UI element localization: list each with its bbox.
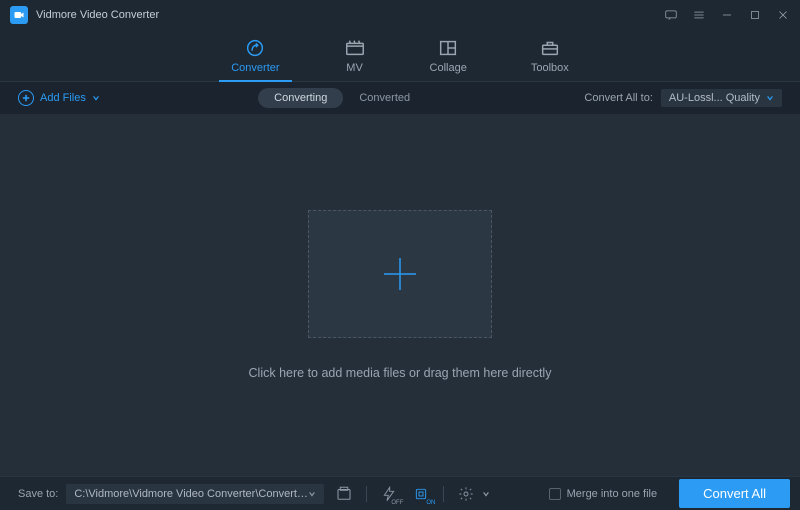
chevron-down-icon: [766, 94, 774, 102]
gpu-toggle[interactable]: ON: [409, 483, 433, 505]
plus-circle-icon: [18, 90, 34, 106]
separator: [443, 486, 444, 502]
tab-mv-label: MV: [346, 62, 363, 74]
tab-converter[interactable]: Converter: [227, 30, 283, 81]
tab-mv[interactable]: MV: [340, 30, 370, 81]
footer: Save to: C:\Vidmore\Vidmore Video Conver…: [0, 476, 800, 510]
convert-all-to: Convert All to: AU-Lossl... Quality: [584, 89, 782, 107]
convert-all-to-label: Convert All to:: [584, 92, 652, 104]
output-format-value: AU-Lossl... Quality: [669, 92, 760, 104]
titlebar: Vidmore Video Converter: [0, 0, 800, 30]
save-to-label: Save to:: [18, 488, 58, 500]
status-segment: Converting Converted: [258, 88, 426, 108]
tab-converter-label: Converter: [231, 62, 279, 74]
toolbar: Add Files Converting Converted Convert A…: [0, 82, 800, 114]
checkbox-icon: [549, 488, 561, 500]
add-files-button[interactable]: Add Files: [18, 90, 100, 106]
mv-icon: [344, 38, 366, 58]
segment-converting[interactable]: Converting: [258, 88, 343, 108]
lightning-badge: OFF: [391, 500, 403, 506]
menu-icon[interactable]: [692, 8, 706, 22]
save-path-select[interactable]: C:\Vidmore\Vidmore Video Converter\Conve…: [66, 484, 324, 504]
chevron-down-icon: [308, 490, 316, 498]
settings-button[interactable]: [454, 483, 478, 505]
lightning-toggle[interactable]: OFF: [377, 483, 401, 505]
merge-checkbox[interactable]: Merge into one file: [549, 488, 658, 500]
toolbox-icon: [539, 38, 561, 58]
main-nav: Converter MV Collage Toolbox: [0, 30, 800, 82]
drop-instruction: Click here to add media files or drag th…: [249, 366, 552, 380]
convert-all-button[interactable]: Convert All: [679, 479, 790, 508]
gpu-badge: ON: [426, 500, 435, 506]
separator: [366, 486, 367, 502]
feedback-icon[interactable]: [664, 8, 678, 22]
dropzone[interactable]: [308, 210, 492, 338]
tab-collage[interactable]: Collage: [426, 30, 471, 81]
tab-collage-label: Collage: [430, 62, 467, 74]
segment-converted[interactable]: Converted: [343, 88, 426, 108]
app-logo: [10, 6, 28, 24]
open-folder-button[interactable]: [332, 483, 356, 505]
tab-toolbox[interactable]: Toolbox: [527, 30, 573, 81]
app-title: Vidmore Video Converter: [36, 9, 159, 21]
tab-toolbox-label: Toolbox: [531, 62, 569, 74]
chevron-down-icon: [92, 94, 100, 102]
close-icon[interactable]: [776, 8, 790, 22]
converter-icon: [244, 38, 266, 58]
collage-icon: [437, 38, 459, 58]
minimize-icon[interactable]: [720, 8, 734, 22]
add-files-label: Add Files: [40, 92, 86, 104]
chevron-down-icon[interactable]: [482, 490, 490, 498]
workspace: Click here to add media files or drag th…: [0, 114, 800, 476]
maximize-icon[interactable]: [748, 8, 762, 22]
plus-icon: [380, 254, 420, 294]
save-path-value: C:\Vidmore\Vidmore Video Converter\Conve…: [74, 488, 308, 500]
merge-label: Merge into one file: [567, 488, 658, 500]
output-format-select[interactable]: AU-Lossl... Quality: [661, 89, 782, 107]
